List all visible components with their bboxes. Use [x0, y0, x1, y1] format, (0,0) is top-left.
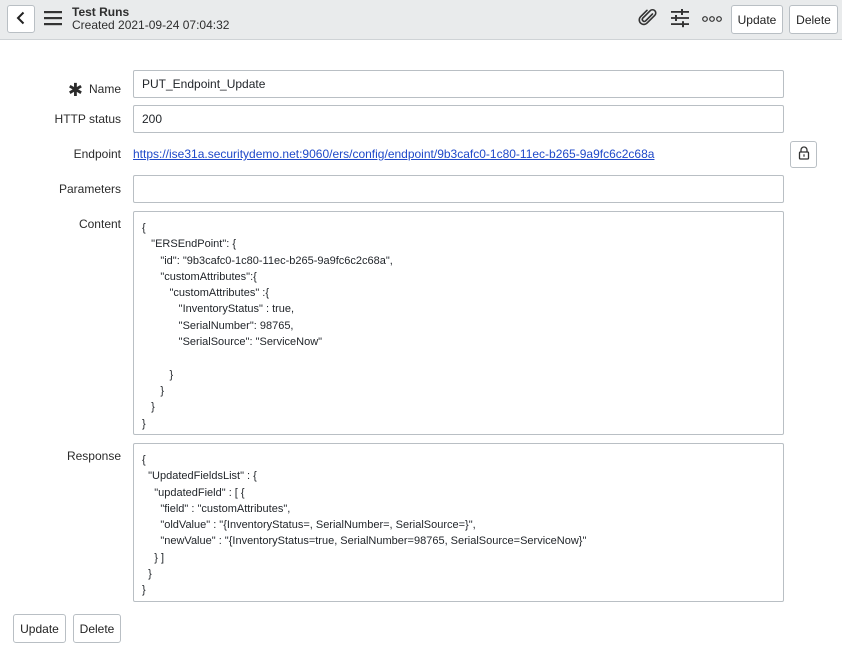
- record-title-block: Test Runs Created 2021-09-24 07:04:32: [72, 6, 229, 32]
- lock-icon: [798, 146, 810, 163]
- parameters-label: Parameters: [58, 182, 121, 196]
- attachment-button[interactable]: [637, 8, 659, 30]
- update-button-footer[interactable]: Update: [13, 614, 66, 643]
- response-textarea[interactable]: { "UpdatedFieldsList" : { "updatedField"…: [133, 443, 784, 602]
- http-status-field[interactable]: 200: [133, 105, 784, 133]
- record-created: Created 2021-09-24 07:04:32: [72, 18, 230, 32]
- http-status-label: HTTP status: [54, 112, 121, 126]
- hamburger-icon: [43, 10, 63, 29]
- endpoint-label: Endpoint: [73, 147, 121, 161]
- sliders-icon: [670, 8, 690, 31]
- delete-button-header[interactable]: Delete: [789, 5, 838, 34]
- chevron-left-icon: [15, 11, 27, 28]
- parameters-field[interactable]: [133, 175, 784, 203]
- endpoint-link[interactable]: https://ise31a.securitydemo.net:9060/ers…: [133, 147, 654, 161]
- required-icon: ✱: [67, 80, 83, 100]
- name-value: PUT_Endpoint_Update: [142, 77, 266, 91]
- content-textarea[interactable]: { "ERSEndPoint": { "id": "9b3cafc0-1c80-…: [133, 211, 784, 435]
- name-label: Name: [88, 82, 121, 96]
- name-label-row: ✱ Name: [67, 77, 121, 100]
- update-button-header[interactable]: Update: [731, 5, 783, 34]
- more-options-button[interactable]: [701, 8, 723, 30]
- back-button[interactable]: [7, 5, 35, 33]
- menu-button[interactable]: [43, 9, 63, 29]
- delete-button-footer[interactable]: Delete: [73, 614, 121, 643]
- response-label: Response: [66, 449, 121, 463]
- more-options-icon: [702, 12, 722, 26]
- http-status-value: 200: [142, 112, 163, 126]
- form-header: Test Runs Created 2021-09-24 07:04:32 Up…: [0, 0, 842, 40]
- name-field[interactable]: PUT_Endpoint_Update: [133, 70, 784, 98]
- unlock-endpoint-button[interactable]: [790, 141, 817, 168]
- content-label: Content: [78, 217, 121, 231]
- personalize-form-button[interactable]: [669, 8, 691, 30]
- paperclip-icon: [638, 8, 658, 31]
